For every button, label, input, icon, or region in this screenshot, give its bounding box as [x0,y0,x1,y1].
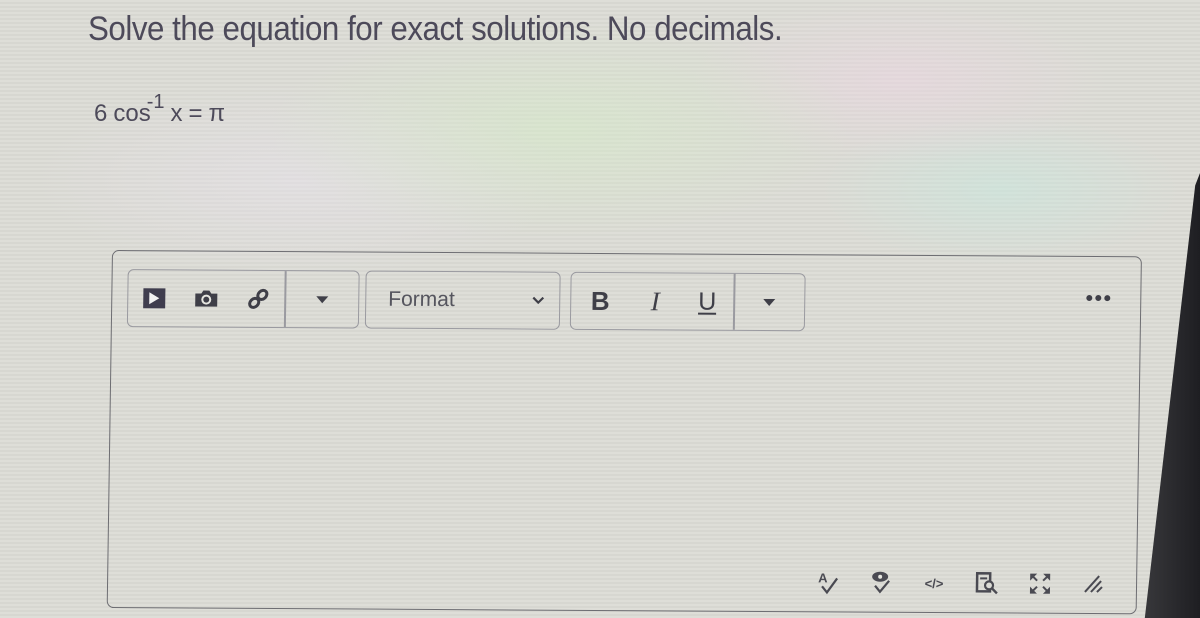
accessibility-checker-button[interactable] [868,570,894,596]
bold-button[interactable]: B [571,273,630,329]
rich-text-editor: Format B I U A </> [106,250,1142,615]
media-play-icon [143,288,166,309]
equation-exponent: -1 [146,91,165,113]
fullscreen-icon [1029,573,1051,594]
equation-rhs: π [208,100,226,127]
chevron-down-icon [532,296,545,305]
fullscreen-button[interactable] [1027,571,1053,597]
format-select-value: Format [388,287,455,312]
format-select[interactable]: Format [364,270,561,330]
resize-handle[interactable] [1080,571,1106,597]
more-toolbar-options-button[interactable] [1086,294,1111,302]
equation-coefficient: 6 [94,100,108,127]
equation-function: cos-1 [113,91,164,128]
more-horizontal-icon-dot [1095,295,1102,302]
equation-variable: x [170,100,183,127]
text-style-dropdown-button[interactable] [734,274,804,330]
html-editor-icon: </> [924,575,944,591]
underline-button[interactable]: U [681,273,734,329]
camera-icon [195,290,218,307]
record-media-button[interactable] [128,270,181,326]
equation-function-name: cos [113,100,151,127]
caret-down-icon [763,298,776,306]
media-options-dropdown-button[interactable] [285,271,358,327]
bold-icon: B [590,285,610,316]
link-icon [248,288,269,309]
question-prompt: Solve the equation for exact solutions. … [88,10,783,48]
editor-status-bar: A </> [815,569,1106,597]
monitor-bezel [1144,0,1200,618]
underline-icon: U [698,287,717,316]
find-in-page-icon [975,572,998,595]
find-button[interactable] [974,570,1000,596]
resize-handle-icon [1084,575,1103,593]
svg-text:A: A [818,570,828,585]
italic-icon: I [650,285,660,316]
more-horizontal-icon-dot [1104,295,1111,302]
spellcheck-icon: A [818,570,839,595]
equation: 6 cos-1 x = π [94,91,226,128]
equation-equals: = [188,100,203,127]
media-toolbar-group [126,269,360,329]
more-horizontal-icon [1086,294,1093,301]
images-button[interactable] [180,270,233,326]
caret-down-icon [315,295,329,303]
text-style-toolbar-group: B I U [569,271,806,332]
editor-content-area[interactable] [124,341,1125,553]
spellcheck-button[interactable]: A [815,569,841,595]
html-editor-button[interactable]: </> [921,570,947,596]
links-button[interactable] [232,271,285,327]
italic-button[interactable]: I [629,273,682,329]
accessibility-checker-icon [872,571,890,594]
